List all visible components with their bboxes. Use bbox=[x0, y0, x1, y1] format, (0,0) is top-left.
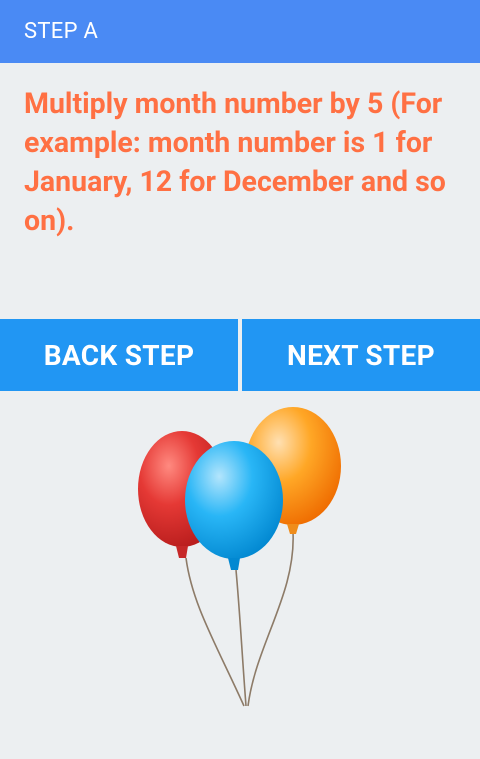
blue-balloon bbox=[185, 441, 283, 570]
step-instruction: Multiply month number by 5 (For example:… bbox=[24, 87, 446, 237]
balloons-icon bbox=[138, 407, 341, 707]
next-step-button[interactable]: NEXT STEP bbox=[242, 319, 480, 391]
app-bar-title: STEP A bbox=[24, 19, 99, 44]
app-bar: STEP A bbox=[0, 0, 480, 63]
back-step-button[interactable]: BACK STEP bbox=[0, 319, 238, 391]
step-navigation: BACK STEP NEXT STEP bbox=[0, 319, 480, 391]
